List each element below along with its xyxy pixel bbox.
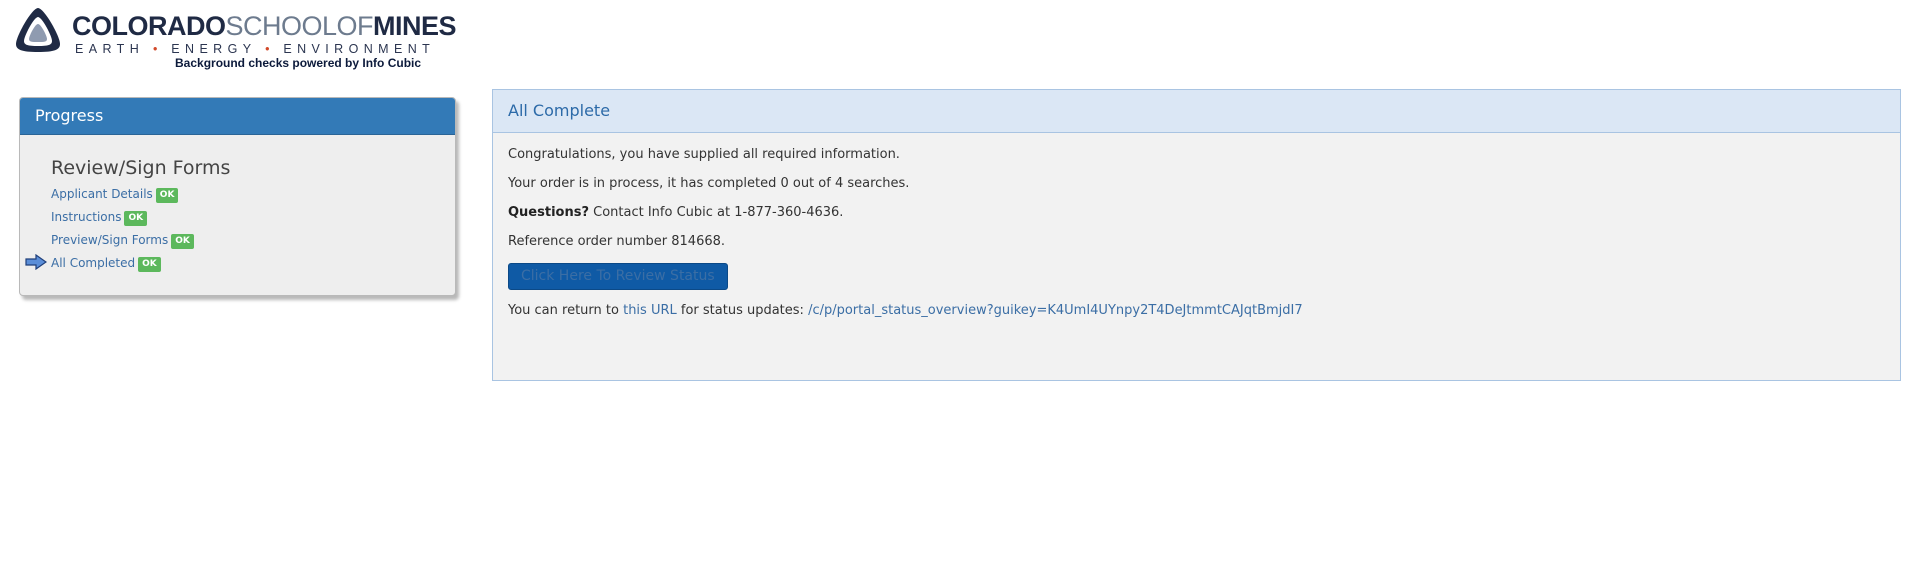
step-link-applicant-details[interactable]: Applicant Details [51,187,153,201]
step-link-preview-sign-forms[interactable]: Preview/Sign Forms [51,233,168,247]
return-url-text: You can return to this URL for status up… [508,303,1303,318]
all-complete-panel: All Complete Congratulations, you have s… [492,89,1901,381]
ok-badge: OK [171,234,194,249]
questions-text: Questions? Contact Info Cubic at 1-877-3… [508,205,844,220]
current-step-arrow-icon [25,254,47,270]
current-step-heading: Review/Sign Forms [51,157,231,179]
panel-title: All Complete [493,90,1900,133]
step-preview-sign-forms: Preview/Sign Forms OK [51,231,455,254]
review-status-button[interactable]: Click Here To Review Status [508,263,728,290]
progress-title: Progress [20,98,455,135]
reference-number-text: Reference order number 814668. [508,234,726,249]
logo-subtitle: EARTH • ENERGY • ENVIRONMENT [75,42,436,56]
this-url-link[interactable]: this URL [623,303,677,318]
step-link-instructions[interactable]: Instructions [51,210,121,224]
order-progress-text: Your order is in process, it has complet… [508,176,910,191]
progress-panel: Progress Review/Sign Forms Applicant Det… [19,97,456,296]
step-link-all-completed[interactable]: All Completed [51,256,135,270]
ok-badge: OK [124,211,148,226]
mines-triangle-logo-icon [16,8,60,52]
ok-badge: OK [155,188,179,203]
status-url-link[interactable]: /c/p/portal_status_overview?guikey=K4UmI… [808,303,1303,318]
powered-by-text: Background checks powered by Info Cubic [175,56,422,70]
logo-title: COLORADOSCHOOLOFMINES [72,11,457,41]
congratulations-text: Congratulations, you have supplied all r… [508,147,900,162]
questions-label: Questions? [508,205,589,220]
step-all-completed: All Completed OK [25,254,455,277]
ok-badge: OK [138,257,161,272]
step-applicant-details: Applicant Details OK [51,185,455,208]
step-instructions: Instructions OK [51,208,455,231]
